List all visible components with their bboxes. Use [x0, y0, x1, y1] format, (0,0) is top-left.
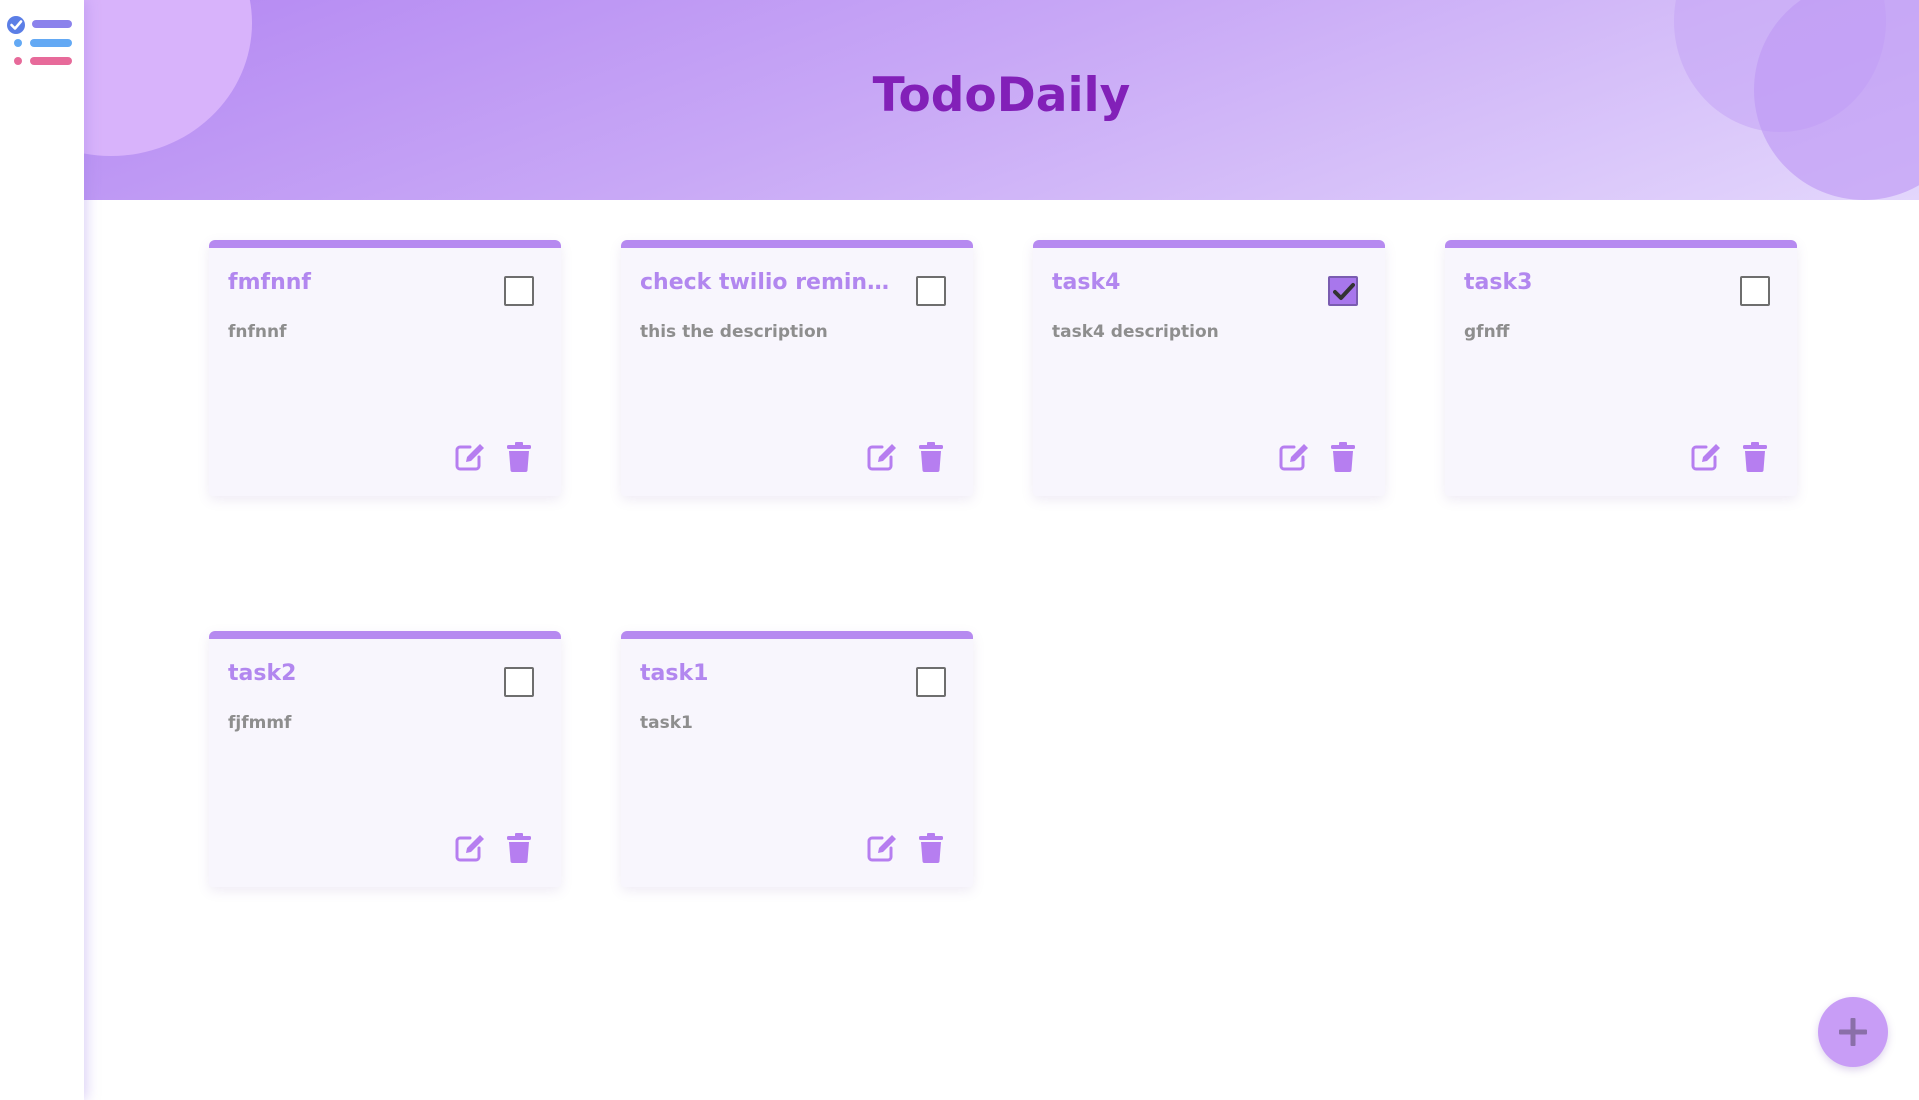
- edit-button[interactable]: [454, 833, 486, 867]
- task-description: fjfmmf: [228, 713, 292, 733]
- task-card: task4 task4 description: [1033, 240, 1385, 496]
- task-complete-checkbox[interactable]: [504, 667, 534, 697]
- task-title: task2: [228, 661, 297, 686]
- task-complete-checkbox[interactable]: [1328, 276, 1358, 306]
- edit-button[interactable]: [454, 442, 486, 476]
- task-complete-checkbox[interactable]: [916, 667, 946, 697]
- edit-button[interactable]: [1690, 442, 1722, 476]
- task-card: fmfnnf fnfnnf: [209, 240, 561, 496]
- edit-button[interactable]: [866, 442, 898, 476]
- task-title: task1: [640, 661, 709, 686]
- task-card: task1 task1: [621, 631, 973, 887]
- delete-button[interactable]: [918, 442, 944, 476]
- trash-icon: [1743, 442, 1767, 472]
- task-card: task2 fjfmmf: [209, 631, 561, 887]
- add-task-button[interactable]: [1818, 997, 1888, 1067]
- task-description: task1: [640, 713, 693, 733]
- edit-button[interactable]: [1278, 442, 1310, 476]
- delete-button[interactable]: [1330, 442, 1356, 476]
- task-complete-checkbox[interactable]: [916, 276, 946, 306]
- checklist-logo-icon[interactable]: [6, 14, 74, 68]
- delete-button[interactable]: [506, 833, 532, 867]
- edit-icon: [455, 835, 484, 862]
- edit-button[interactable]: [866, 833, 898, 867]
- app-title: TodoDaily: [872, 68, 1131, 123]
- task-title: task4: [1052, 270, 1121, 295]
- edit-icon: [1691, 444, 1720, 471]
- edit-icon: [867, 444, 896, 471]
- task-description: gfnff: [1464, 322, 1510, 342]
- edit-icon: [1279, 444, 1308, 471]
- plus-icon: [1839, 1018, 1867, 1046]
- delete-button[interactable]: [918, 833, 944, 867]
- trash-icon: [507, 833, 531, 863]
- trash-icon: [1331, 442, 1355, 472]
- task-title: task3: [1464, 270, 1533, 295]
- task-title: fmfnnf: [228, 270, 311, 295]
- task-card: task3 gfnff: [1445, 240, 1797, 496]
- task-description: fnfnnf: [228, 322, 287, 342]
- task-complete-checkbox[interactable]: [504, 276, 534, 306]
- header-banner: TodoDaily: [84, 0, 1919, 200]
- delete-button[interactable]: [1742, 442, 1768, 476]
- checkmark-icon: [1333, 283, 1355, 300]
- task-complete-checkbox[interactable]: [1740, 276, 1770, 306]
- delete-button[interactable]: [506, 442, 532, 476]
- sidebar: [0, 0, 84, 1100]
- trash-icon: [919, 833, 943, 863]
- edit-icon: [867, 835, 896, 862]
- edit-icon: [455, 444, 484, 471]
- task-description: this the description: [640, 322, 828, 342]
- task-card: check twilio reminder this the descripti…: [621, 240, 973, 496]
- task-title: check twilio reminder: [640, 270, 890, 295]
- task-description: task4 description: [1052, 322, 1219, 342]
- trash-icon: [507, 442, 531, 472]
- trash-icon: [919, 442, 943, 472]
